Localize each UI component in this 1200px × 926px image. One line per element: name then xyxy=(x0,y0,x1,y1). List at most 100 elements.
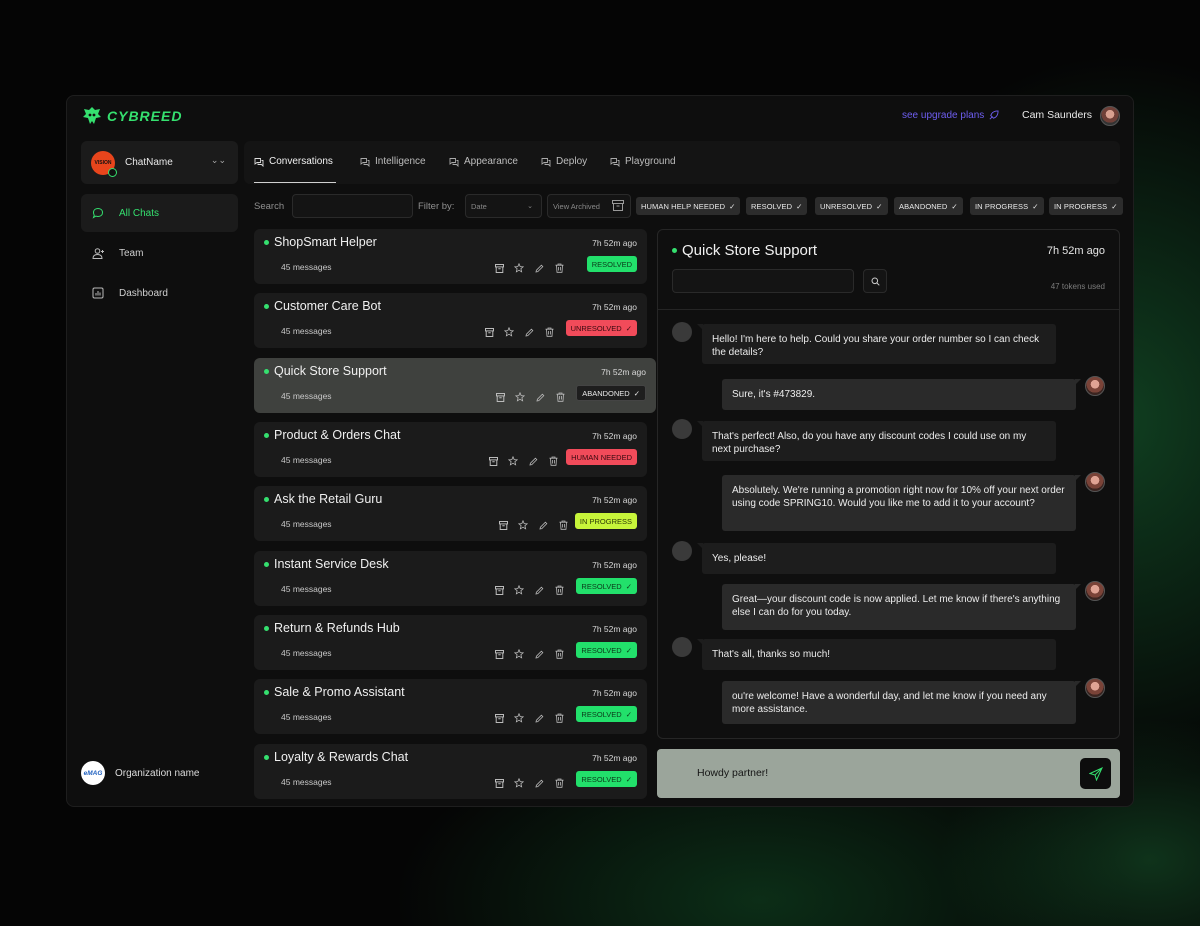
online-status-icon xyxy=(672,248,677,253)
archive-icon[interactable] xyxy=(493,262,505,274)
archive-icon[interactable] xyxy=(497,519,509,531)
edit-icon[interactable] xyxy=(533,262,545,274)
conversation-item[interactable]: Return & Refunds Hub 7h 52m ago 45 message… xyxy=(254,615,647,670)
status-badge-resolved[interactable]: RESOLVED ✓ xyxy=(576,706,637,722)
divider xyxy=(658,309,1119,310)
star-icon[interactable] xyxy=(513,584,525,596)
edit-icon[interactable] xyxy=(533,648,545,660)
tab-intelligence[interactable]: Intelligence xyxy=(360,156,426,167)
edit-icon[interactable] xyxy=(537,519,549,531)
star-icon[interactable] xyxy=(514,391,526,403)
edit-icon[interactable] xyxy=(527,455,539,467)
trash-icon[interactable] xyxy=(553,777,565,789)
chevron-down-icon: ⌄⌄ xyxy=(210,155,226,165)
tab-appearance[interactable]: Appearance xyxy=(449,156,518,167)
filter-chip-abandoned[interactable]: ABANDONED ✓ xyxy=(894,197,963,215)
archive-icon[interactable] xyxy=(494,391,506,403)
star-icon[interactable] xyxy=(517,519,529,531)
online-status-icon xyxy=(264,240,269,245)
filter-chip-in-progress[interactable]: IN PROGRESS ✓ xyxy=(1049,197,1123,215)
trash-icon[interactable] xyxy=(553,584,565,596)
tab-deploy[interactable]: Deploy xyxy=(541,156,587,167)
sidebar-item-label: Dashboard xyxy=(119,287,168,299)
star-icon[interactable] xyxy=(513,777,525,789)
conversation-title: Sale & Promo Assistant xyxy=(274,685,405,699)
upgrade-link-label: see upgrade plans xyxy=(902,110,985,121)
sidebar-item-dashboard[interactable]: Dashboard xyxy=(81,274,238,312)
tab-conversations[interactable]: Conversations xyxy=(254,156,333,167)
chats-icon xyxy=(360,157,370,167)
star-icon[interactable] xyxy=(503,326,515,338)
conversation-item[interactable]: Sale & Promo Assistant 7h 52m ago 45 messa… xyxy=(254,679,647,734)
message-count: 45 messages xyxy=(281,519,332,529)
sidebar-item-label: All Chats xyxy=(119,207,160,219)
star-icon[interactable] xyxy=(513,712,525,724)
conversation-search-input[interactable] xyxy=(292,194,413,218)
archive-icon[interactable] xyxy=(487,455,499,467)
edit-icon[interactable] xyxy=(533,777,545,789)
message-composer[interactable]: Howdy partner! xyxy=(657,749,1120,798)
user-avatar[interactable] xyxy=(1100,106,1120,126)
conversation-item[interactable]: ShopSmart Helper 7h 52m ago 45 messages RES… xyxy=(254,229,647,284)
trash-icon[interactable] xyxy=(554,391,566,403)
conversation-item[interactable]: Quick Store Support 7h 52m ago 45 messages… xyxy=(254,358,656,413)
status-badge-human-needed[interactable]: HUMAN NEEDED xyxy=(566,449,637,465)
filter-chip-resolved[interactable]: RESOLVED ✓ xyxy=(746,197,808,215)
edit-icon[interactable] xyxy=(533,712,545,724)
org-name: Organization name xyxy=(115,767,200,779)
status-badge-in-progress[interactable]: IN PROGRESS xyxy=(574,513,637,529)
chat-search-button[interactable] xyxy=(863,269,887,293)
star-icon[interactable] xyxy=(513,648,525,660)
trash-icon[interactable] xyxy=(553,648,565,660)
star-icon[interactable] xyxy=(507,455,519,467)
status-badge-abandoned[interactable]: ABANDONED ✓ xyxy=(576,385,646,401)
chat-bubble-icon xyxy=(91,206,105,220)
edit-icon[interactable] xyxy=(523,326,535,338)
status-badge-unresolved[interactable]: UNRESOLVED ✓ xyxy=(565,320,637,336)
upgrade-plans-link[interactable]: see upgrade plans xyxy=(902,110,999,121)
sidebar-item-all-chats[interactable]: All Chats xyxy=(81,194,238,232)
status-badge-resolved[interactable]: RESOLVED ✓ xyxy=(576,578,637,594)
trash-icon[interactable] xyxy=(557,519,569,531)
archive-icon[interactable] xyxy=(483,326,495,338)
chat-selector[interactable]: VISION ChatName ⌄⌄ xyxy=(81,141,238,184)
bot-message: Yes, please! xyxy=(697,543,1056,574)
filter-chip-unresolved[interactable]: UNRESOLVED ✓ xyxy=(815,197,888,215)
conversation-item[interactable]: Ask the Retail Guru 7h 52m ago 45 messages… xyxy=(254,486,647,541)
conversation-item[interactable]: Product & Orders Chat 7h 52m ago 45 messag… xyxy=(254,422,647,477)
conversation-actions xyxy=(493,777,565,789)
tab-label: Playground xyxy=(625,156,676,167)
status-badge-resolved[interactable]: RESOLVED xyxy=(586,256,637,272)
date-filter-select[interactable]: Date ⌄ xyxy=(465,194,542,218)
brand-logo[interactable]: CYBREED xyxy=(81,104,182,128)
star-icon[interactable] xyxy=(513,262,525,274)
app-window: CYBREED see upgrade plans Cam Saunders V… xyxy=(66,95,1134,807)
filter-chip-in-progress[interactable]: IN PROGRESS ✓ xyxy=(970,197,1044,215)
edit-icon[interactable] xyxy=(533,584,545,596)
trash-icon[interactable] xyxy=(547,455,559,467)
trash-icon[interactable] xyxy=(553,262,565,274)
composer-input[interactable]: Howdy partner! xyxy=(697,767,768,779)
sidebar-item-team[interactable]: Team xyxy=(81,234,238,272)
conversation-item[interactable]: Loyalty & Rewards Chat 7h 52m ago 45 messa… xyxy=(254,744,647,799)
bot-message: Hello! I'm here to help. Could you share… xyxy=(697,324,1056,364)
status-badge-resolved[interactable]: RESOLVED ✓ xyxy=(576,771,637,787)
org-logo-text: eMAG xyxy=(83,769,103,777)
edit-icon[interactable] xyxy=(534,391,546,403)
message-count: 45 messages xyxy=(281,455,332,465)
archive-icon[interactable] xyxy=(493,712,505,724)
trash-icon[interactable] xyxy=(543,326,555,338)
view-archived-button[interactable]: View Archived xyxy=(547,194,631,218)
chat-search-input[interactable] xyxy=(672,269,854,293)
conversation-item[interactable]: Customer Care Bot 7h 52m ago 45 messages UN… xyxy=(254,293,647,348)
conversation-item[interactable]: Instant Service Desk 7h 52m ago 45 message… xyxy=(254,551,647,606)
send-button[interactable] xyxy=(1080,758,1111,789)
trash-icon[interactable] xyxy=(553,712,565,724)
organization[interactable]: eMAG Organization name xyxy=(81,761,200,785)
tab-playground[interactable]: Playground xyxy=(610,156,676,167)
filter-chip-human-help-needed[interactable]: HUMAN HELP NEEDED ✓ xyxy=(636,197,741,215)
archive-icon[interactable] xyxy=(493,777,505,789)
archive-icon[interactable] xyxy=(493,584,505,596)
status-badge-resolved[interactable]: RESOLVED ✓ xyxy=(576,642,637,658)
archive-icon[interactable] xyxy=(493,648,505,660)
